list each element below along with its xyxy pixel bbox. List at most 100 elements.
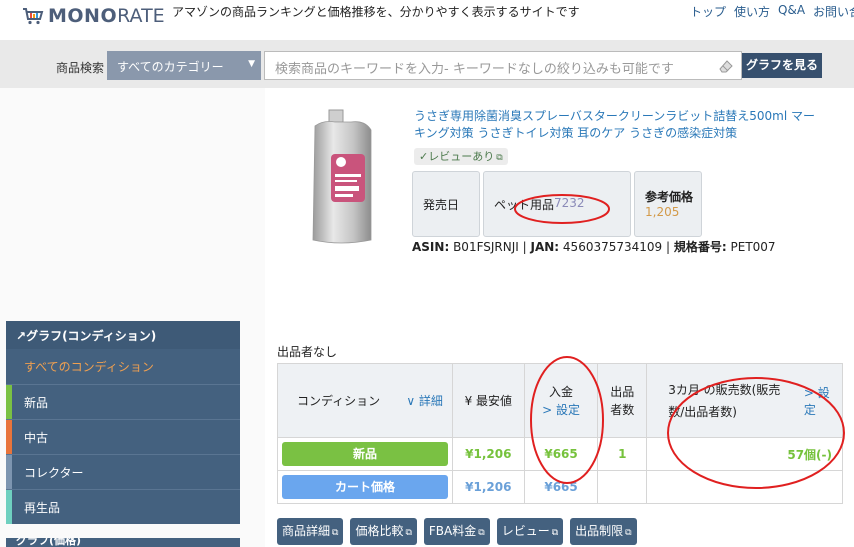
condition-cell: カート価格: [277, 470, 453, 504]
reference-price-box: 参考価格 1,205: [634, 171, 702, 237]
sidebar-heading2-label: グラフ(価格): [16, 538, 82, 547]
top-nav: トップ 使い方 Q&A お問い合: [690, 3, 854, 20]
sidebar-item-collector[interactable]: コレクター: [6, 454, 240, 489]
detail-toggle[interactable]: ∨ 詳細: [406, 392, 443, 409]
sidebar-item-label: 新品: [24, 396, 49, 410]
cart-icon: [23, 8, 44, 25]
nav-qa[interactable]: Q&A: [778, 3, 805, 20]
review-badge-label: ✓レビューあり: [419, 150, 495, 163]
chart-icon: ↗: [16, 329, 27, 343]
search-placeholder: 検索商品のキーワードを入力- キーワードなしの絞り込みも可能です: [275, 62, 674, 77]
product-title[interactable]: うさぎ専用除菌消臭スプレーバスタークリーンラビット詰替え500ml マーキング対…: [414, 108, 824, 142]
review-badge[interactable]: ✓レビューあり ⧉: [414, 148, 508, 165]
reference-price-label: 参考価格: [645, 190, 694, 204]
sales-cell: 57個(-): [646, 437, 843, 471]
view-graph-button[interactable]: グラフを見る: [742, 53, 822, 78]
logo[interactable]: MONO RATE: [22, 2, 165, 30]
nav-usage[interactable]: 使い方: [734, 3, 770, 20]
nav-top[interactable]: トップ: [690, 3, 726, 20]
fba-fee-button[interactable]: FBA料金 ⧉: [423, 518, 490, 545]
category-select[interactable]: すべてのカテゴリー ▼: [107, 51, 261, 80]
model-label: 規格番号:: [673, 240, 727, 254]
table-row: カート価格 ¥1,206 ¥665: [277, 470, 843, 504]
release-date-box: 発売日: [412, 171, 480, 237]
sidebar-item-refurbished[interactable]: 再生品: [6, 489, 240, 524]
model-value: PET007: [730, 240, 776, 254]
color-bar: [6, 455, 12, 489]
external-link-icon: ⧉: [405, 528, 412, 538]
deposit-cell: ¥665: [523, 437, 599, 471]
product-detail-button[interactable]: 商品詳細 ⧉: [277, 518, 344, 545]
th-seller-count: 出品者数: [597, 363, 648, 438]
dropdown-arrow-icon: ▼: [248, 59, 255, 69]
brand-name-suffix: RATE: [117, 5, 165, 27]
seller-table: コンディション ∨ 詳細 ¥ 最安値 入金 > 設定 出品者数 3カ月 の販売数…: [277, 363, 843, 504]
sidebar-item-label: コレクター: [24, 466, 84, 480]
asin-label: ASIN:: [412, 240, 450, 254]
ranking-box: ペット用品 7232: [483, 171, 631, 237]
th-condition: コンディション ∨ 詳細: [277, 363, 453, 438]
no-seller-label: 出品者なし: [277, 345, 338, 359]
external-link-icon: ⧉: [551, 528, 559, 538]
cart-price-button[interactable]: カート価格: [281, 475, 448, 499]
color-bar: [6, 490, 12, 524]
button-label: FBA料金: [428, 524, 477, 538]
search-label: 商品検索: [56, 61, 105, 75]
sidebar-heading-label: グラフ(コンディション): [26, 329, 157, 343]
sidebar-heading-price: グラフ(価格): [6, 538, 240, 547]
th-sales-label: 3カ月 の販売数(販売数/出品者数): [668, 382, 781, 419]
reference-price-value: 1,205: [645, 205, 680, 219]
search-input[interactable]: 検索商品のキーワードを入力- キーワードなしの絞り込みも可能です: [264, 51, 742, 80]
action-button-row: 商品詳細 ⧉ 価格比較 ⧉ FBA料金 ⧉ レビュー ⧉ 出品制限 ⧉: [277, 518, 637, 545]
th-deposit: 入金 > 設定: [523, 363, 599, 438]
min-price-cell: ¥1,206: [451, 470, 525, 504]
min-price-cell: ¥1,206: [451, 437, 525, 471]
review-button[interactable]: レビュー ⧉: [496, 518, 564, 545]
th-condition-label: コンディション: [297, 394, 381, 408]
external-link-icon: ⧉: [625, 528, 632, 538]
th-min-price: ¥ 最安値: [451, 363, 525, 438]
button-label: 価格比較: [355, 524, 404, 538]
price-compare-button[interactable]: 価格比較 ⧉: [350, 518, 417, 545]
jan-label: JAN:: [530, 240, 560, 254]
table-row: 新品 ¥1,206 ¥665 1 57個(-): [277, 437, 843, 471]
sidebar-heading: ↗グラフ(コンディション): [6, 321, 240, 349]
product-codes: ASIN: B01FSJRNJI | JAN: 4560375734109 | …: [412, 240, 776, 254]
button-label: レビュー: [501, 524, 550, 538]
external-link-icon: ⧉: [478, 528, 485, 538]
ranking-category: ペット用品: [494, 198, 555, 212]
sidebar-item-label: 再生品: [24, 501, 61, 515]
seller-count-cell: [597, 470, 648, 504]
brand-name: MONO: [48, 5, 118, 27]
condition-cell: 新品: [277, 437, 453, 471]
deposit-cell: ¥665: [523, 470, 599, 504]
seller-count-cell: 1: [597, 437, 648, 471]
category-select-value: すべてのカテゴリー: [117, 60, 224, 74]
listing-restriction-button[interactable]: 出品制限 ⧉: [570, 518, 637, 545]
sidebar-item-label: 中古: [24, 431, 49, 445]
external-link-icon: ⧉: [332, 528, 339, 538]
button-label: 商品詳細: [282, 524, 331, 538]
asin-value: B01FSJRNJI: [453, 240, 519, 254]
th-sales: 3カ月 の販売数(販売数/出品者数) > 設定: [646, 363, 843, 438]
jan-value: 4560375734109: [562, 240, 663, 254]
external-link-icon: ⧉: [496, 153, 503, 163]
sales-setting-link[interactable]: > 設定: [804, 384, 841, 418]
release-date-label: 発売日: [423, 198, 460, 212]
deposit-setting-link[interactable]: > 設定: [541, 401, 582, 419]
product-image[interactable]: [305, 108, 377, 248]
th-deposit-label: 入金: [549, 384, 574, 399]
condition-new-button[interactable]: 新品: [281, 442, 448, 466]
sidebar-item-all-conditions[interactable]: すべてのコンディション: [6, 349, 240, 383]
sidebar-item-used[interactable]: 中古: [6, 419, 240, 454]
nav-contact[interactable]: お問い合: [813, 3, 854, 20]
site-tagline: アマゾンの商品ランキングと価格推移を、分かりやすく表示するサイトです: [172, 5, 580, 19]
table-header-row: コンディション ∨ 詳細 ¥ 最安値 入金 > 設定 出品者数 3カ月 の販売数…: [277, 363, 843, 438]
sidebar-item-label: すべてのコンディション: [24, 360, 154, 374]
button-label: 出品制限: [575, 524, 624, 538]
ranking-value: 7232: [554, 196, 585, 210]
sidebar-item-new[interactable]: 新品: [6, 384, 240, 419]
sales-cell: [646, 470, 843, 504]
color-bar: [6, 385, 12, 419]
eraser-icon[interactable]: [717, 57, 735, 75]
